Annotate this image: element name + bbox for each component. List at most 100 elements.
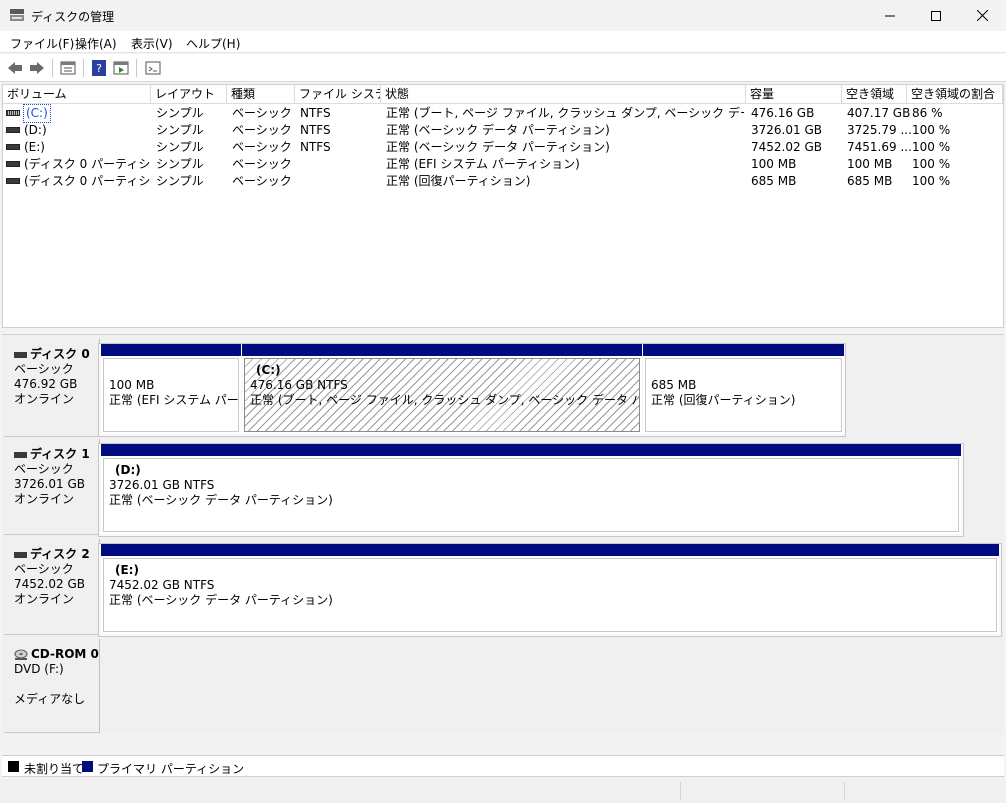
cell-volume: (ディスク 0 パーティション 1) <box>24 157 150 171</box>
maximize-icon <box>931 10 941 21</box>
partition-body: (C:) 476.16 GB NTFS 正常 (ブート, ページ ファイル, ク… <box>244 358 640 432</box>
toolbar: ? <box>0 54 1006 82</box>
cell-layout: シンプル <box>156 174 204 188</box>
disk-size: 3726.01 GB <box>14 477 85 491</box>
table-row[interactable]: (ディスク 0 パーティション 1) シンプル ベーシック 正常 (EFI シス… <box>3 156 1003 173</box>
cell-filesystem: NTFS <box>300 123 331 137</box>
status-divider <box>844 782 845 800</box>
volume-icon <box>6 110 20 116</box>
disk-name: ディスク 1 <box>30 447 90 461</box>
column-header-capacity[interactable]: 容量 <box>746 85 842 104</box>
partition-body: (D:) 3726.01 GB NTFS 正常 (ベーシック データ パーティシ… <box>103 458 959 532</box>
cell-volume: (ディスク 0 パーティション 4) <box>24 174 150 188</box>
disk-status: オンライン <box>14 492 75 506</box>
cell-free-space: 407.17 GB <box>847 106 911 120</box>
cell-layout: シンプル <box>156 157 204 171</box>
minimize-icon <box>885 15 895 16</box>
cell-volume: (E:) <box>24 140 45 154</box>
partition-size: 3726.01 GB NTFS <box>109 478 215 492</box>
partition-d[interactable]: (D:) 3726.01 GB NTFS 正常 (ベーシック データ パーティシ… <box>101 444 961 534</box>
close-icon <box>976 10 988 21</box>
disk-name: ディスク 2 <box>30 547 90 561</box>
menu-file[interactable]: ファイル(F) <box>10 35 74 52</box>
disk-graphical-view: ディスク 0 ベーシック 476.92 GB オンライン 100 MB 正常 (… <box>2 334 1004 734</box>
disk-icon <box>14 551 27 558</box>
menu-bar: ファイル(F) 操作(A) 表示(V) ヘルプ(H) <box>0 31 1006 53</box>
partition-body: (E:) 7452.02 GB NTFS 正常 (ベーシック データ パーティシ… <box>103 558 997 632</box>
primary-partition-bar <box>643 344 844 356</box>
disk-icon <box>14 451 27 458</box>
primary-partition-bar <box>101 444 961 456</box>
menu-action[interactable]: 操作(A) <box>75 35 117 52</box>
volume-icon <box>6 161 20 167</box>
cell-filesystem: NTFS <box>300 106 331 120</box>
cell-status: 正常 (ブート, ページ ファイル, クラッシュ ダンプ, ベーシック データ … <box>386 106 744 120</box>
disk-type: ベーシック <box>14 562 74 576</box>
back-arrow-icon[interactable] <box>6 59 24 77</box>
cell-free-space: 7451.69 ... <box>847 140 912 154</box>
partition-status: 正常 (ブート, ページ ファイル, クラッシュ ダンプ, ベーシック データ … <box>250 393 639 407</box>
disk-2-partitions: (E:) 7452.02 GB NTFS 正常 (ベーシック データ パーティシ… <box>98 543 1002 637</box>
partition-recovery[interactable]: 685 MB 正常 (回復パーティション) <box>643 344 844 434</box>
table-row[interactable]: (D:) シンプル ベーシック NTFS 正常 (ベーシック データ パーティシ… <box>3 122 1003 139</box>
cell-status: 正常 (EFI システム パーティション) <box>386 157 580 171</box>
title-bar: ディスクの管理 <box>0 0 1006 31</box>
disk-status: オンライン <box>14 392 75 406</box>
cell-percent-free: 86 % <box>912 106 943 120</box>
cdrom-0-label[interactable]: CD-ROM 0 DVD (F:) メディアなし <box>4 639 100 733</box>
column-header-filesystem[interactable]: ファイル システム <box>295 85 381 104</box>
volume-list: ボリューム レイアウト 種類 ファイル システム 状態 容量 空き領域 空き領域… <box>2 84 1004 328</box>
column-header-volume[interactable]: ボリューム <box>3 85 151 104</box>
cell-capacity: 685 MB <box>751 174 797 188</box>
volume-icon <box>6 127 20 133</box>
console-icon[interactable] <box>144 59 162 77</box>
properties-icon[interactable] <box>59 59 77 77</box>
column-header-layout[interactable]: レイアウト <box>151 85 227 104</box>
legend-unallocated: 未割り当て <box>24 762 85 776</box>
status-divider <box>680 782 681 800</box>
partition-name <box>651 363 841 378</box>
cell-layout: シンプル <box>156 106 204 120</box>
cell-volume: (D:) <box>24 123 47 137</box>
volume-icon <box>6 144 20 150</box>
disk-2-label[interactable]: ディスク 2 ベーシック 7452.02 GB オンライン <box>4 539 100 635</box>
cell-capacity: 100 MB <box>751 157 797 171</box>
menu-view[interactable]: 表示(V) <box>131 35 173 52</box>
refresh-icon[interactable] <box>112 59 130 77</box>
partition-efi[interactable]: 100 MB 正常 (EFI システム パーティション) <box>101 344 241 434</box>
help-icon[interactable]: ? <box>90 59 108 77</box>
table-row[interactable]: (ディスク 0 パーティション 4) シンプル ベーシック 正常 (回復パーティ… <box>3 173 1003 190</box>
forward-arrow-icon[interactable] <box>28 59 46 77</box>
cell-status: 正常 (ベーシック データ パーティション) <box>386 123 610 137</box>
cell-type: ベーシック <box>232 106 292 120</box>
column-header-type[interactable]: 種類 <box>227 85 295 104</box>
disk-0-label[interactable]: ディスク 0 ベーシック 476.92 GB オンライン <box>4 339 100 437</box>
partition-c[interactable]: (C:) 476.16 GB NTFS 正常 (ブート, ページ ファイル, ク… <box>242 344 642 434</box>
toolbar-separator <box>83 59 84 77</box>
cell-capacity: 7452.02 GB <box>751 140 822 154</box>
cell-type: ベーシック <box>232 140 292 154</box>
disk-type: ベーシック <box>14 362 74 376</box>
partition-status: 正常 (EFI システム パーティション) <box>109 393 239 407</box>
column-header-free-space[interactable]: 空き領域 <box>842 85 907 104</box>
cell-free-space: 3725.79 ... <box>847 123 912 137</box>
column-header-status[interactable]: 状態 <box>381 85 746 104</box>
partition-body: 100 MB 正常 (EFI システム パーティション) <box>103 358 239 432</box>
unallocated-swatch <box>8 761 19 772</box>
svg-text:?: ? <box>96 62 102 75</box>
cell-free-space: 100 MB <box>847 157 893 171</box>
table-row[interactable]: (E:) シンプル ベーシック NTFS 正常 (ベーシック データ パーティシ… <box>3 139 1003 156</box>
table-row[interactable]: (C:) シンプル ベーシック NTFS 正常 (ブート, ページ ファイル, … <box>3 104 1003 123</box>
maximize-button[interactable] <box>913 0 959 31</box>
partition-e[interactable]: (E:) 7452.02 GB NTFS 正常 (ベーシック データ パーティシ… <box>101 544 999 634</box>
partition-size: 685 MB <box>651 378 697 392</box>
close-button[interactable] <box>959 0 1005 31</box>
menu-help[interactable]: ヘルプ(H) <box>186 35 240 52</box>
toolbar-separator <box>136 59 137 77</box>
minimize-button[interactable] <box>867 0 913 31</box>
disk-1-label[interactable]: ディスク 1 ベーシック 3726.01 GB オンライン <box>4 439 100 535</box>
column-header-percent-free[interactable]: 空き領域の割合 <box>907 85 1003 104</box>
partition-name: (D:) <box>115 463 141 477</box>
disk-status: メディアなし <box>14 692 86 706</box>
cell-percent-free: 100 % <box>912 174 951 188</box>
